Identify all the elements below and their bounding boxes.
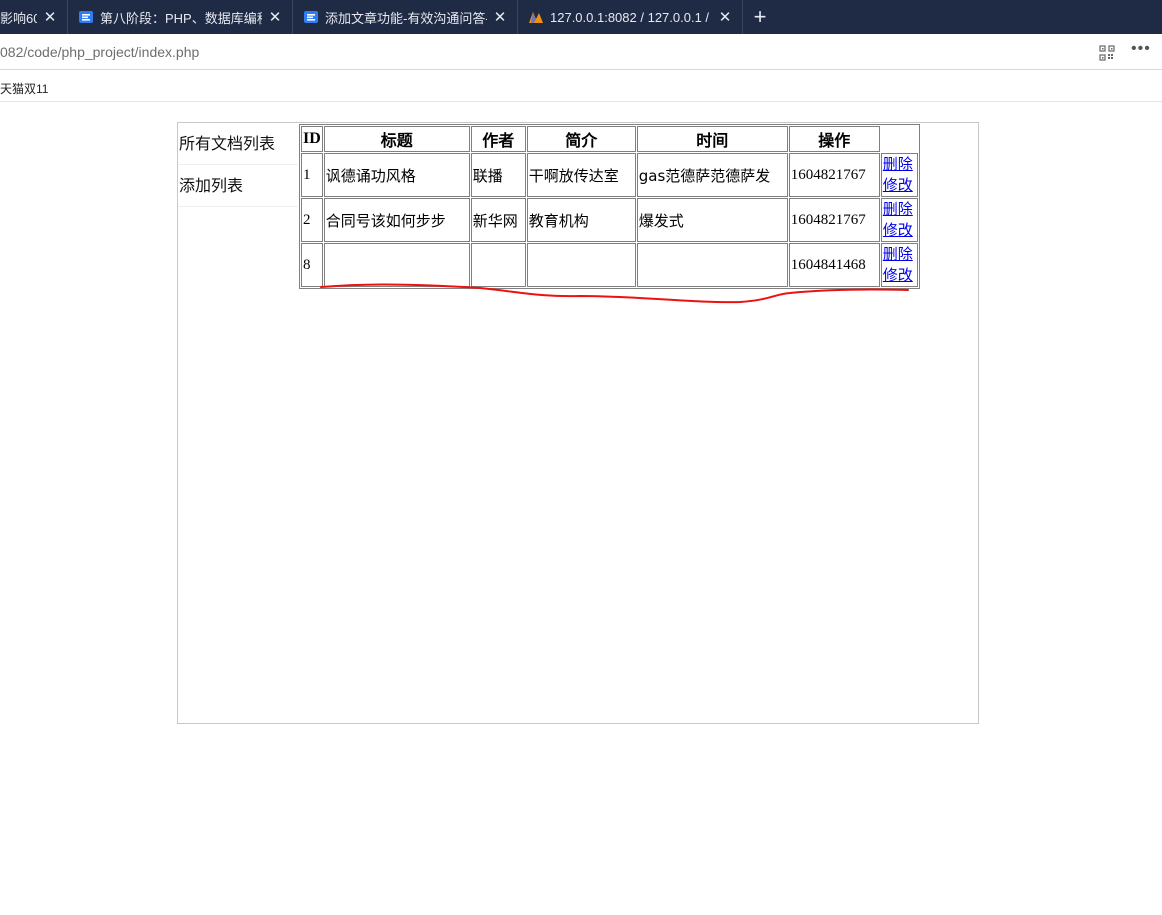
tab-1[interactable]: 影响60 ✕ bbox=[0, 0, 68, 34]
column-header-actions: 操作 bbox=[788, 126, 880, 152]
cell-intro bbox=[526, 243, 636, 287]
phpmyadmin-icon bbox=[528, 9, 544, 25]
close-icon[interactable]: ✕ bbox=[491, 8, 509, 26]
qr-code-icon[interactable] bbox=[1099, 45, 1115, 61]
column-header-title: 标题 bbox=[323, 126, 470, 152]
delete-link[interactable]: 删除 bbox=[883, 244, 916, 265]
url-field[interactable]: 082/code/php_project/index.php bbox=[0, 44, 199, 60]
column-header-intro: 简介 bbox=[526, 126, 636, 152]
tab-4[interactable]: 127.0.0.1:8082 / 127.0.0.1 / b ✕ bbox=[518, 0, 743, 34]
cell-title bbox=[323, 243, 470, 287]
table-header-row: ID 标题 作者 简介 时间 操作 bbox=[301, 126, 918, 152]
address-bar: 082/code/php_project/index.php ••• bbox=[0, 34, 1162, 70]
edit-link[interactable]: 修改 bbox=[883, 220, 916, 241]
cell-timestamp: 1604841468 bbox=[788, 243, 880, 287]
cell-id: 2 bbox=[301, 198, 323, 242]
column-header-time: 时间 bbox=[636, 126, 788, 152]
delete-link[interactable]: 删除 bbox=[883, 154, 916, 175]
new-tab-button[interactable]: + bbox=[743, 0, 777, 34]
cell-author bbox=[470, 243, 526, 287]
table-row: 1 讽德诵功风格 联播 干啊放传达室 gas范德萨范德萨发 1604821767… bbox=[301, 153, 918, 197]
tab-strip: 影响60 ✕ 第八阶段：PHP、数据库编程与 ✕ 添加文章功能-有效沟通问答-百… bbox=[0, 0, 1162, 34]
cell-actions: 删除 修改 bbox=[880, 243, 918, 287]
edit-link[interactable]: 修改 bbox=[883, 265, 916, 286]
page-frame: 所有文档列表 添加列表 ID 标题 作者 简介 时间 操作 1 讽德诵功风格 联… bbox=[177, 122, 979, 724]
close-icon[interactable]: ✕ bbox=[41, 8, 59, 26]
cell-title: 合同号该如何步步 bbox=[323, 198, 470, 242]
delete-link[interactable]: 删除 bbox=[883, 199, 916, 220]
sidebar-item-all-docs[interactable]: 所有文档列表 bbox=[178, 123, 298, 165]
column-header-id: ID bbox=[301, 126, 323, 152]
table-row: 8 1604841468 删除 修改 bbox=[301, 243, 918, 287]
cell-author: 联播 bbox=[470, 153, 526, 197]
articles-table: ID 标题 作者 简介 时间 操作 1 讽德诵功风格 联播 干啊放传达室 gas… bbox=[299, 124, 920, 289]
tab-title: 添加文章功能-有效沟通问答-百 bbox=[325, 10, 487, 26]
close-icon[interactable]: ✕ bbox=[716, 8, 734, 26]
sidebar-nav: 所有文档列表 添加列表 bbox=[178, 123, 298, 207]
column-header-blank bbox=[881, 126, 918, 152]
cell-intro: 教育机构 bbox=[526, 198, 636, 242]
tab-3[interactable]: 添加文章功能-有效沟通问答-百 ✕ bbox=[293, 0, 518, 34]
cell-timestamp: 1604821767 bbox=[788, 198, 880, 242]
tab-title: 影响60 bbox=[0, 10, 37, 26]
cell-time: gas范德萨范德萨发 bbox=[636, 153, 788, 197]
bookmarks-bar: 天猫双11 bbox=[0, 70, 1162, 102]
cell-author: 新华网 bbox=[470, 198, 526, 242]
tab-title: 第八阶段：PHP、数据库编程与 bbox=[100, 10, 262, 26]
cell-actions: 删除 修改 bbox=[880, 198, 918, 242]
table-row: 2 合同号该如何步步 新华网 教育机构 爆发式 1604821767 删除 修改 bbox=[301, 198, 918, 242]
cell-timestamp: 1604821767 bbox=[788, 153, 880, 197]
edit-link[interactable]: 修改 bbox=[883, 175, 916, 196]
tab-title: 127.0.0.1:8082 / 127.0.0.1 / b bbox=[550, 9, 712, 25]
cell-intro: 干啊放传达室 bbox=[526, 153, 636, 197]
more-menu-icon[interactable]: ••• bbox=[1131, 41, 1153, 60]
close-icon[interactable]: ✕ bbox=[266, 8, 284, 26]
cell-id: 1 bbox=[301, 153, 323, 197]
edu-icon bbox=[78, 9, 94, 25]
column-header-author: 作者 bbox=[470, 126, 526, 152]
edu-icon bbox=[303, 9, 319, 25]
cell-actions: 删除 修改 bbox=[880, 153, 918, 197]
tab-2[interactable]: 第八阶段：PHP、数据库编程与 ✕ bbox=[68, 0, 293, 34]
bookmark-item[interactable]: 天猫双11 bbox=[0, 80, 48, 97]
sidebar-item-add-list[interactable]: 添加列表 bbox=[178, 165, 298, 207]
cell-title: 讽德诵功风格 bbox=[323, 153, 470, 197]
cell-time: 爆发式 bbox=[636, 198, 788, 242]
cell-id: 8 bbox=[301, 243, 323, 287]
cell-time bbox=[636, 243, 788, 287]
